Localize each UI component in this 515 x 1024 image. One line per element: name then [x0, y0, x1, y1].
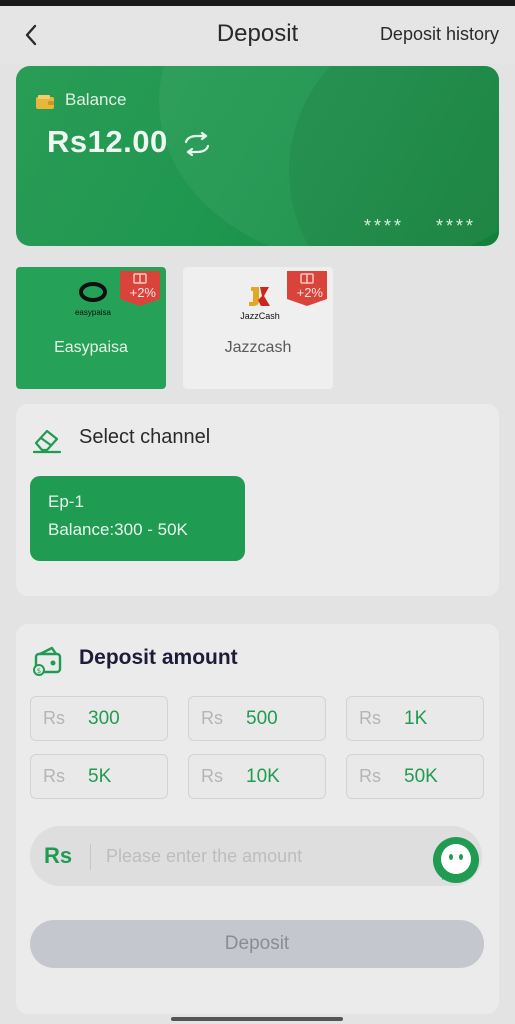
card-number-mask: **** [364, 216, 405, 236]
deposit-history-link[interactable]: Deposit history [380, 24, 499, 45]
balance-label: Balance [65, 90, 127, 109]
currency-label: Rs [201, 766, 223, 786]
bonus-label: +2% [129, 285, 156, 300]
select-channel-title: Select channel [79, 426, 211, 448]
amount-preset-10k[interactable]: Rs 10K [188, 754, 326, 799]
svg-text:$: $ [37, 667, 41, 675]
preset-value: 5K [88, 765, 112, 787]
preset-value: 10K [246, 765, 280, 787]
preset-value: 1K [404, 707, 428, 729]
amount-input[interactable] [106, 838, 406, 874]
header: Deposit Deposit history [0, 6, 515, 64]
balance-amount: Rs12.00 [47, 124, 168, 159]
preset-value: 500 [246, 707, 278, 729]
preset-value: 300 [88, 707, 120, 729]
select-channel-panel: Select channel Ep-1 Balance:300 - 50K [16, 404, 499, 596]
deposit-amount-title: Deposit amount [79, 646, 238, 669]
amount-input-field: Rs [30, 826, 482, 886]
input-currency-label: Rs [44, 843, 73, 868]
jazzcash-logo: JazzCash [240, 285, 280, 321]
deposit-submit-button[interactable]: Deposit [30, 920, 484, 968]
currency-label: Rs [201, 708, 223, 728]
balance-card: Balance Rs12.00 **** **** [16, 66, 499, 246]
amount-preset-5k[interactable]: Rs 5K [30, 754, 168, 799]
currency-label: Rs [359, 708, 381, 728]
wallet-icon [36, 95, 54, 109]
input-divider [90, 844, 91, 870]
amount-preset-500[interactable]: Rs 500 [188, 696, 326, 741]
back-icon [25, 24, 37, 46]
currency-label: Rs [43, 766, 65, 786]
refresh-icon[interactable] [182, 132, 212, 156]
deposit-amount-panel: $ Deposit amount Rs 300 Rs 500 Rs 1K Rs … [16, 624, 499, 1014]
amount-preset-300[interactable]: Rs 300 [30, 696, 168, 741]
payment-method-label: Easypaisa [54, 339, 128, 356]
payment-method-easypaisa[interactable]: easypaisa +2% Easypaisa [16, 267, 166, 389]
preset-value: 50K [404, 765, 438, 787]
home-indicator [171, 1017, 343, 1021]
channel-option[interactable]: Ep-1 Balance:300 - 50K [30, 476, 245, 561]
payment-method-label: Jazzcash [224, 339, 292, 356]
channel-name: Ep-1 [48, 492, 84, 511]
amount-preset-50k[interactable]: Rs 50K [346, 754, 484, 799]
card-number-mask: **** [436, 216, 477, 236]
currency-label: Rs [359, 766, 381, 786]
chat-icon[interactable] [430, 834, 482, 886]
easypaisa-logo: easypaisa [75, 281, 111, 317]
cash-wallet-icon: $ [33, 646, 62, 676]
amount-preset-1k[interactable]: Rs 1K [346, 696, 484, 741]
bonus-label: +2% [296, 285, 323, 300]
currency-label: Rs [43, 708, 65, 728]
eraser-icon [32, 429, 62, 454]
channel-range: Balance:300 - 50K [48, 520, 188, 539]
payment-method-jazzcash[interactable]: JazzCash +2% Jazzcash [183, 267, 333, 389]
back-button[interactable] [16, 20, 46, 50]
